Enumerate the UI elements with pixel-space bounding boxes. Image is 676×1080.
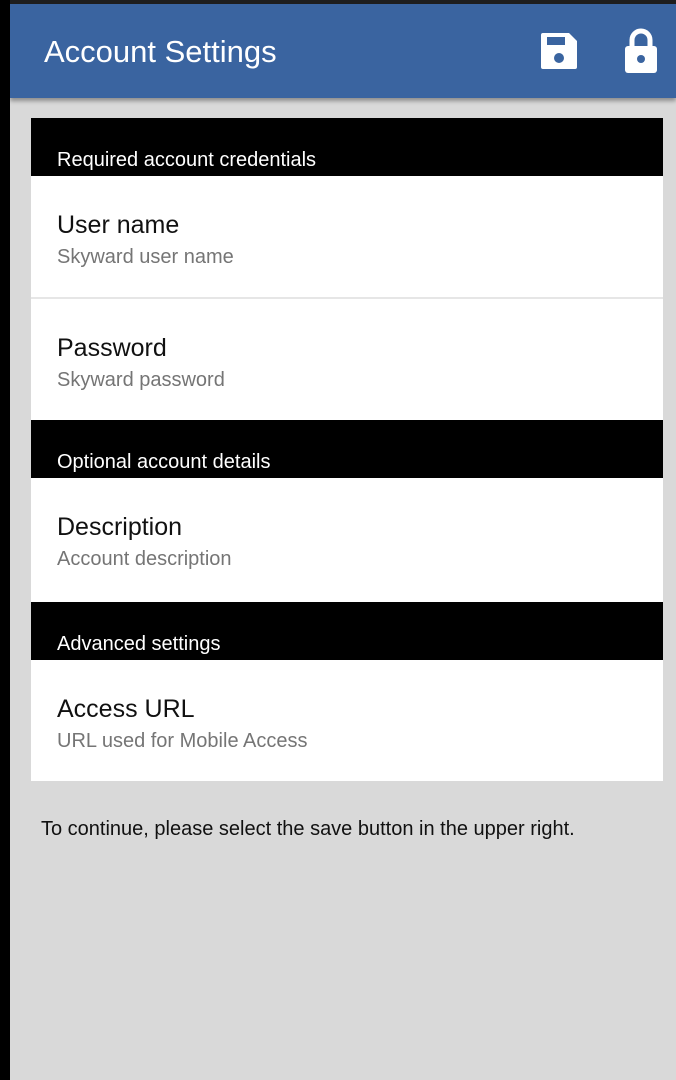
section-label-optional: Optional account details xyxy=(57,451,271,473)
section-label-required: Required account credentials xyxy=(57,149,317,171)
section-header-required: Required account credentials xyxy=(31,118,663,176)
app-bar: Account Settings xyxy=(10,0,676,98)
setting-title: User name xyxy=(57,211,180,239)
page-title: Account Settings xyxy=(44,34,277,69)
setting-user-name[interactable]: User name Skyward user name xyxy=(31,176,663,297)
setting-subtitle: Skyward user name xyxy=(57,246,234,268)
lock-button[interactable] xyxy=(618,28,664,74)
setting-subtitle: Skyward password xyxy=(57,369,225,391)
account-settings-screen: Account Settings Required account creden… xyxy=(0,0,676,1080)
lock-icon xyxy=(625,28,657,73)
section-label-advanced: Advanced settings xyxy=(57,633,221,655)
setting-description[interactable]: Description Account description xyxy=(31,478,663,599)
setting-password[interactable]: Password Skyward password xyxy=(31,299,663,420)
setting-title: Access URL xyxy=(57,695,195,723)
setting-access-url[interactable]: Access URL URL used for Mobile Access xyxy=(31,660,663,781)
save-icon xyxy=(541,33,577,69)
section-header-optional: Optional account details xyxy=(31,420,663,478)
setting-title: Password xyxy=(57,334,167,362)
section-header-advanced: Advanced settings xyxy=(31,602,663,660)
setting-subtitle: URL used for Mobile Access xyxy=(57,730,308,752)
footer-instruction: To continue, please select the save butt… xyxy=(41,818,575,840)
setting-title: Description xyxy=(57,513,183,541)
settings-card: Required account credentials User name S… xyxy=(31,118,663,781)
setting-subtitle: Account description xyxy=(57,548,232,570)
save-button[interactable] xyxy=(536,28,582,74)
